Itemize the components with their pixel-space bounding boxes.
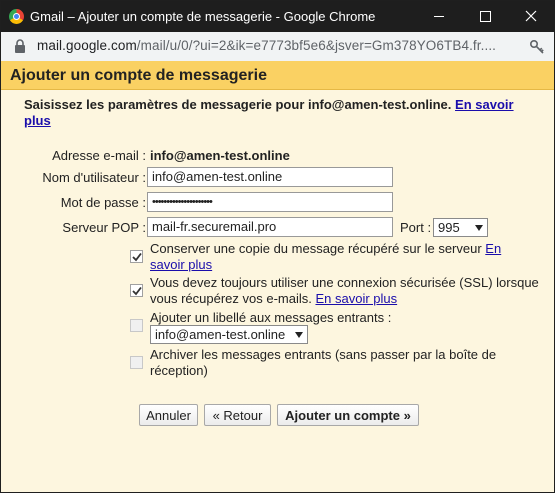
username-label: Nom d'utilisateur : — [42, 170, 146, 185]
label-checkbox[interactable] — [130, 319, 143, 332]
chrome-logo-icon — [9, 9, 24, 24]
checkmark-icon — [132, 252, 142, 262]
keep-copy-option: Conserver une copie du message récupéré … — [150, 241, 502, 272]
ssl-learn-more-link[interactable]: En savoir plus — [315, 291, 397, 306]
chevron-down-icon — [475, 225, 483, 231]
ssl-checkbox[interactable] — [130, 284, 143, 297]
archive-checkbox[interactable] — [130, 356, 143, 369]
label-option-text: Ajouter un libellé aux messages entrants… — [150, 310, 392, 325]
address-bar[interactable]: mail.google.com/mail/u/0/?ui=2&ik=e7773b… — [1, 32, 554, 62]
port-select[interactable]: 995 — [433, 218, 488, 237]
chevron-down-icon — [295, 332, 303, 338]
checkmark-icon — [132, 286, 142, 296]
pop-server-label: Serveur POP : — [62, 220, 146, 235]
password-input[interactable]: ••••••••••••••••••••• — [147, 192, 393, 212]
ssl-option: Vous devez toujours utiliser une connexi… — [150, 275, 539, 306]
cancel-button[interactable]: Annuler — [139, 404, 198, 426]
keep-copy-checkbox[interactable] — [130, 250, 143, 263]
maximize-button[interactable] — [462, 1, 508, 32]
email-value: info@amen-test.online — [150, 148, 290, 163]
archive-option-text: Archiver les messages entrants (sans pas… — [150, 347, 497, 378]
minimize-button[interactable] — [416, 1, 462, 32]
window-title: Gmail – Ajouter un compte de messagerie … — [30, 9, 376, 24]
port-label: Port : — [400, 220, 432, 235]
back-button[interactable]: « Retour — [204, 404, 271, 426]
username-input[interactable]: info@amen-test.online — [147, 167, 393, 187]
close-icon — [525, 10, 537, 22]
browser-window: Gmail – Ajouter un compte de messagerie … — [0, 0, 555, 493]
dialog-title: Ajouter un compte de messagerie — [10, 67, 267, 84]
email-label: Adresse e-mail : — [52, 148, 146, 163]
key-icon[interactable] — [529, 39, 545, 55]
add-account-button[interactable]: Ajouter un compte » — [277, 404, 419, 426]
intro-text: Saisissez les paramètres de messagerie p… — [24, 97, 514, 128]
lock-icon — [15, 39, 25, 53]
label-select[interactable]: info@amen-test.online — [150, 325, 308, 344]
url-text[interactable]: mail.google.com/mail/u/0/?ui=2&ik=e7773b… — [37, 38, 496, 53]
dialog-header: Ajouter un compte de messagerie — [1, 61, 554, 90]
close-button[interactable] — [508, 1, 554, 32]
pop-server-input[interactable]: mail-fr.securemail.pro — [147, 217, 393, 237]
password-label: Mot de passe : — [60, 195, 146, 210]
title-bar: Gmail – Ajouter un compte de messagerie … — [1, 1, 554, 32]
